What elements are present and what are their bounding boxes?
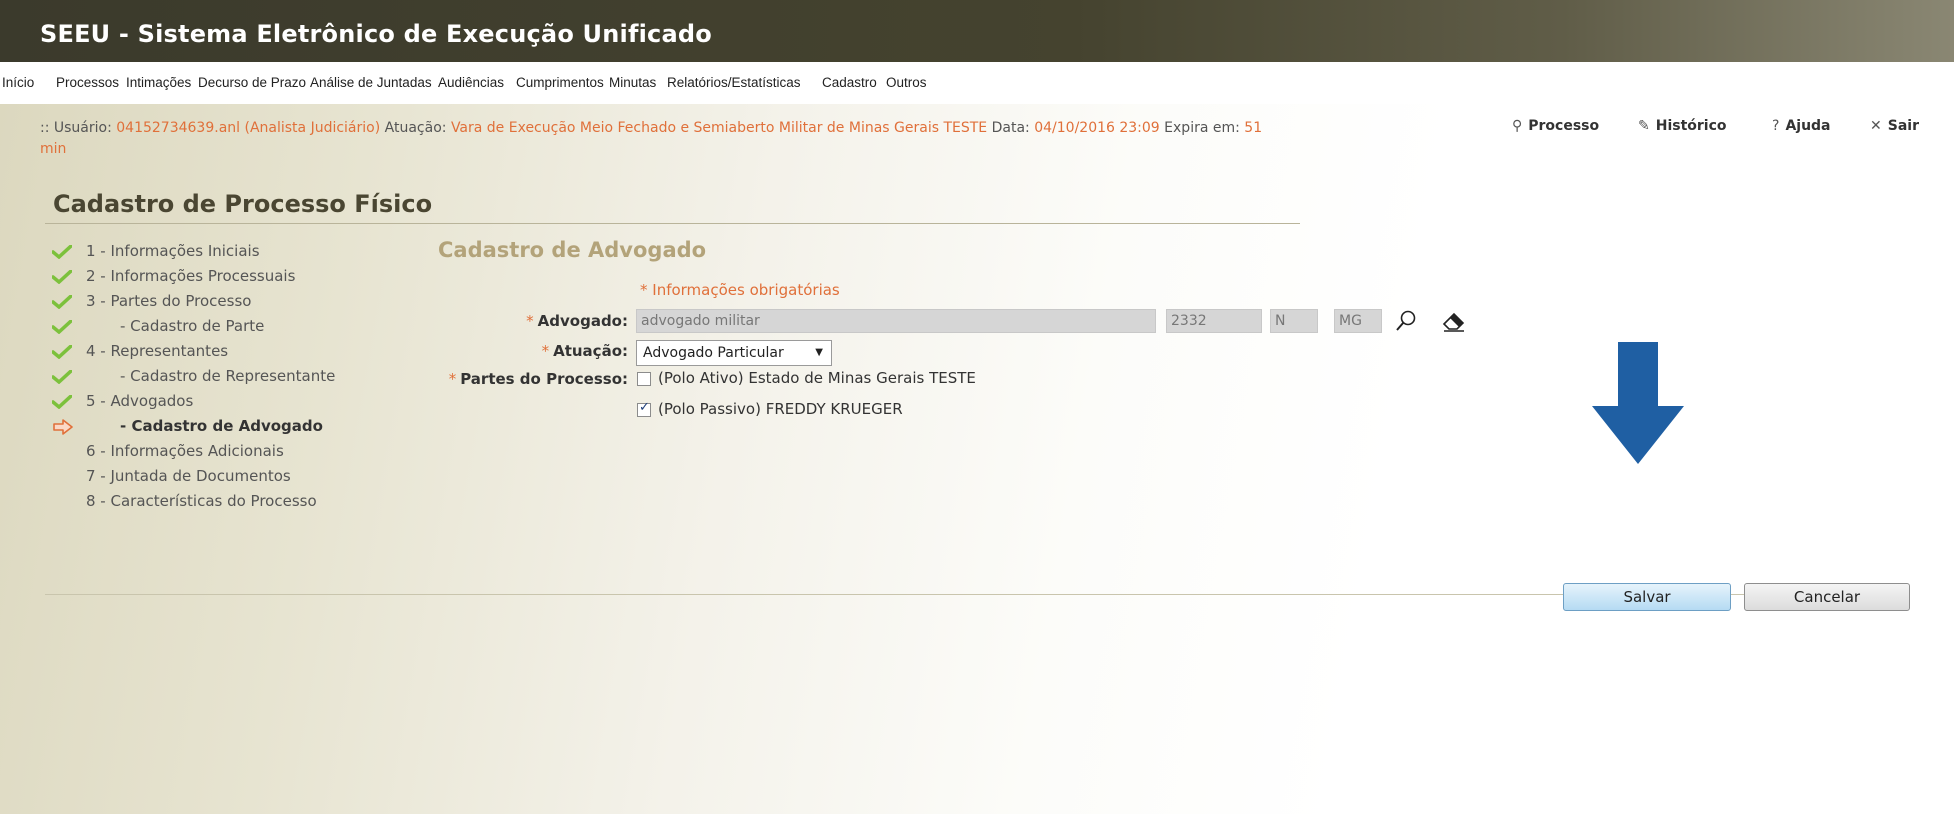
step-label: - Cadastro de Representante	[120, 367, 336, 385]
menu-relatorios[interactable]: Relatórios/Estatísticas	[667, 75, 801, 90]
app-header: SEEU - Sistema Eletrônico de Execução Un…	[0, 0, 1954, 62]
data-label: Data:	[991, 120, 1030, 136]
menu-decurso-de-prazo[interactable]: Decurso de Prazo	[198, 75, 306, 90]
current-step-arrow-icon	[53, 419, 73, 435]
atuacao-field-label-text: Atuação:	[553, 342, 628, 360]
step-label: 1 - Informações Iniciais	[86, 242, 260, 260]
link-historico-label: Histórico	[1655, 118, 1727, 134]
advogado-label-text: Advogado:	[537, 312, 628, 330]
search-icon[interactable]	[1394, 309, 1418, 333]
step-label: - Cadastro de Advogado	[120, 417, 323, 435]
menu-cumprimentos[interactable]: Cumprimentos	[516, 75, 604, 90]
step-label: - Cadastro de Parte	[120, 317, 265, 335]
check-icon	[52, 345, 72, 359]
app-title: SEEU - Sistema Eletrônico de Execução Un…	[40, 20, 712, 48]
check-icon	[52, 245, 72, 259]
link-processo-label: Processo	[1528, 118, 1600, 134]
page-title: Cadastro de Processo Físico	[53, 190, 433, 218]
oab-uf-input[interactable]: MG	[1334, 309, 1382, 333]
parte-polo-ativo-checkbox[interactable]	[637, 372, 651, 386]
pencil-icon: ✎	[1638, 118, 1650, 134]
check-icon	[52, 270, 72, 284]
check-icon	[52, 370, 72, 384]
atuacao-label: Atuação:	[384, 120, 447, 136]
step-label: 7 - Juntada de Documentos	[86, 467, 291, 485]
arrow-down-annotation-icon	[1592, 342, 1684, 464]
menu-cadastro[interactable]: Cadastro	[822, 75, 877, 90]
check-icon	[52, 320, 72, 334]
save-button[interactable]: Salvar	[1563, 583, 1731, 611]
eraser-icon[interactable]	[1442, 310, 1466, 332]
main-menu: Início Processos Intimações Decurso de P…	[0, 62, 1954, 105]
check-icon	[52, 395, 72, 409]
user-info: :: Usuário: 04152734639.anl (Analista Ju…	[40, 120, 1262, 136]
menu-audiencias[interactable]: Audiências	[438, 75, 504, 90]
step-label: 8 - Características do Processo	[86, 492, 317, 510]
chevron-down-icon: ▼	[815, 347, 823, 358]
step-label: 5 - Advogados	[86, 392, 194, 410]
link-ajuda[interactable]: ? Ajuda	[1772, 118, 1831, 134]
menu-analise-de-juntadas[interactable]: Análise de Juntadas	[310, 75, 432, 90]
user-name: 04152734639.anl (Analista Judiciário)	[116, 120, 381, 136]
atuacao-selected-value: Advogado Particular	[643, 345, 784, 361]
section-title: Cadastro de Advogado	[438, 238, 707, 262]
expira-unit: min	[40, 141, 67, 157]
link-ajuda-label: Ajuda	[1785, 118, 1831, 134]
check-icon	[52, 295, 72, 309]
cancel-button[interactable]: Cancelar	[1744, 583, 1910, 611]
expira-label: Expira em:	[1164, 120, 1240, 136]
help-icon: ?	[1772, 118, 1780, 134]
step-label: 6 - Informações Adicionais	[86, 442, 284, 460]
step-label: 4 - Representantes	[86, 342, 229, 360]
step-label: 2 - Informações Processuais	[86, 267, 296, 285]
required-note: * Informações obrigatórias	[640, 281, 840, 299]
step-label: 3 - Partes do Processo	[86, 292, 252, 310]
advogado-label: * Advogado:	[526, 312, 628, 330]
oab-number-input[interactable]: 2332	[1166, 309, 1262, 333]
atuacao-field-label: * Atuação:	[541, 342, 628, 360]
partes-label: * Partes do Processo:	[448, 370, 628, 388]
atuacao-value: Vara de Execução Meio Fechado e Semiaber…	[450, 120, 988, 136]
parte-polo-ativo-label: (Polo Ativo) Estado de Minas Gerais TEST…	[658, 369, 976, 387]
user-prefix: :: Usuário:	[40, 120, 112, 136]
atuacao-select[interactable]: Advogado Particular ▼	[636, 340, 832, 366]
data-value: 04/10/2016 23:09	[1034, 120, 1160, 136]
menu-intimacoes[interactable]: Intimações	[126, 75, 191, 90]
title-divider	[45, 223, 1300, 224]
search-icon: ⚲	[1512, 118, 1523, 134]
link-historico[interactable]: ✎ Histórico	[1638, 118, 1727, 134]
menu-minutas[interactable]: Minutas	[609, 75, 656, 90]
link-sair[interactable]: ✕ Sair	[1870, 118, 1919, 134]
expira-value: 51	[1244, 120, 1263, 136]
menu-inicio[interactable]: Início	[2, 75, 34, 90]
link-processo[interactable]: ⚲ Processo	[1512, 118, 1599, 134]
main-content: :: Usuário: 04152734639.anl (Analista Ju…	[0, 104, 1954, 814]
link-sair-label: Sair	[1887, 118, 1919, 134]
parte-polo-passivo-label: (Polo Passivo) FREDDY KRUEGER	[658, 400, 903, 418]
partes-label-text: Partes do Processo:	[460, 370, 628, 388]
advogado-input[interactable]: advogado militar	[636, 309, 1156, 333]
parte-polo-passivo-checkbox[interactable]	[637, 400, 651, 417]
oab-letter-input[interactable]: N	[1270, 309, 1318, 333]
close-icon: ✕	[1870, 118, 1882, 134]
menu-processos[interactable]: Processos	[56, 75, 119, 90]
menu-outros[interactable]: Outros	[886, 75, 927, 90]
